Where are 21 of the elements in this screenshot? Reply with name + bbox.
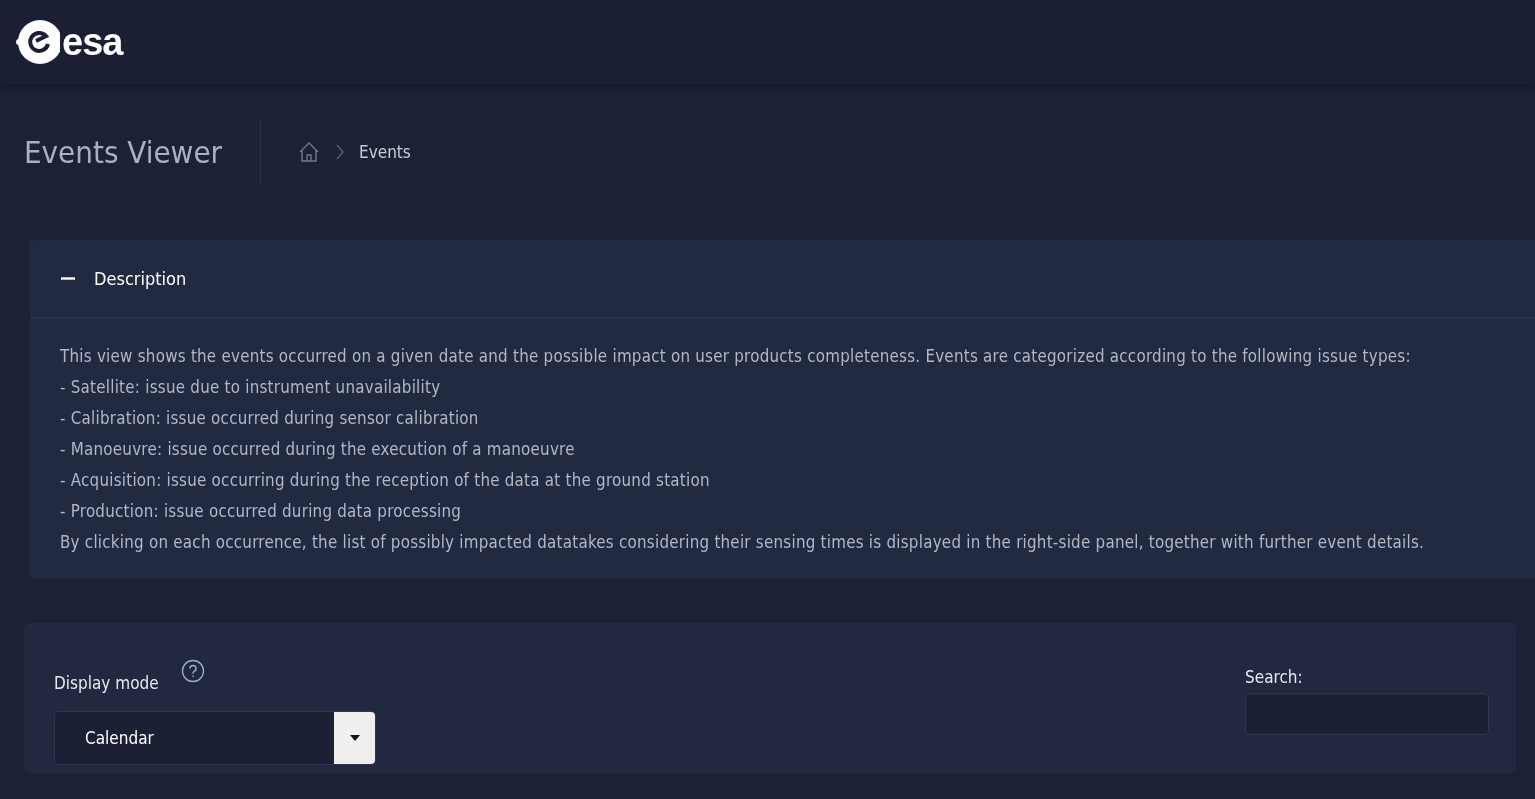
search-field[interactable] [1245,693,1489,735]
display-mode-select[interactable]: Calendar [54,711,376,765]
description-text: - Satellite: issue due to instrument unavailability [60,377,442,398]
description-text: This view shows the events occurred on a given date and the possible impact on user products completeness. Events are categorized according to the following issue types: [60,346,1412,367]
logo-text: esa [62,20,123,64]
minus-icon [60,277,76,280]
description-text: - Manoeuvre: issue occurred during the execution of a manoeuvre [60,439,576,460]
description-text: - Acquisition: issue occurring during the reception of the data at the ground station [60,470,711,491]
description-text: - Calibration: issue occurred during sensor calibration [60,408,480,429]
description-text: By clicking on each occurrence, the list of possibly impacted datatakes considering their sensing times is displayed in the right-side panel, together with further event details. [60,532,1426,553]
help-icon[interactable] [180,659,205,683]
description-toggle[interactable]: Description [30,240,1535,318]
display-mode-label: Display mode [54,673,159,693]
breadcrumb-item[interactable]: Events [359,142,411,162]
esa-logo[interactable]: esa [14,18,123,66]
search-label: Search: [1245,667,1304,687]
chevron-icon [335,143,346,161]
logo-mark-icon [14,18,60,66]
caret-icon [349,735,360,741]
page-title: Events Viewer [24,122,262,182]
description-text: - Production: issue occurred during data processing [60,501,463,522]
